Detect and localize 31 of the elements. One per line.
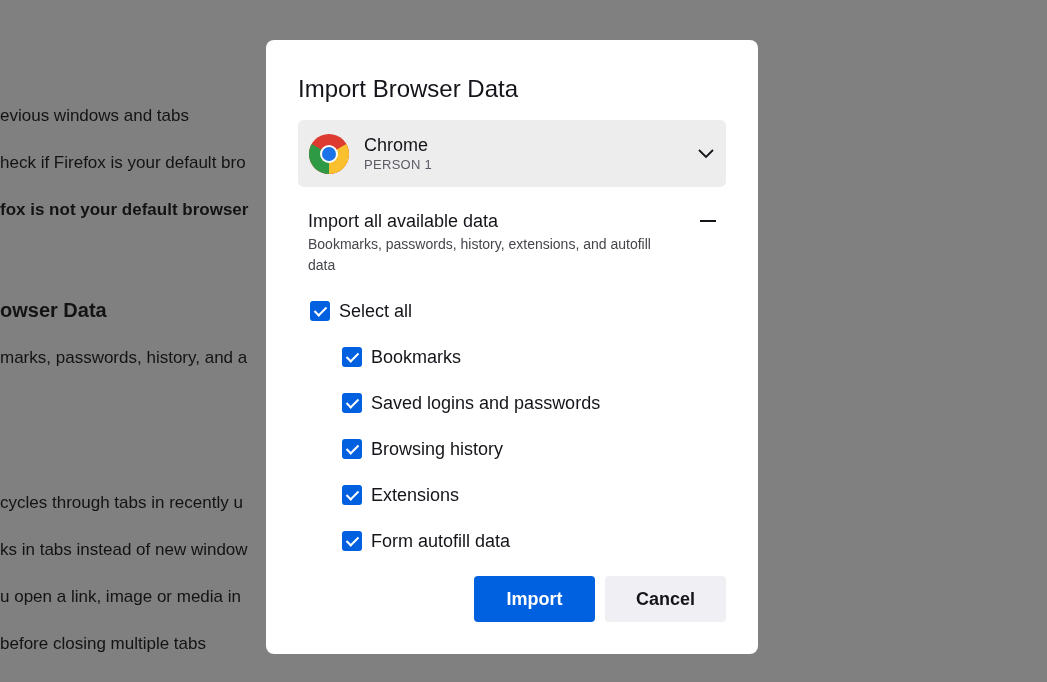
chevron-down-icon bbox=[698, 148, 714, 159]
checkbox[interactable] bbox=[342, 485, 362, 505]
dialog-title: Import Browser Data bbox=[298, 74, 520, 104]
browser-dropdown[interactable]: Chrome PERSON 1 bbox=[298, 120, 726, 187]
checkbox[interactable] bbox=[342, 531, 362, 551]
setting-label: before closing multiple tabs bbox=[0, 633, 207, 655]
cancel-button[interactable]: Cancel bbox=[605, 576, 726, 622]
checkbox[interactable] bbox=[342, 439, 362, 459]
profile-name: PERSON 1 bbox=[364, 155, 434, 174]
checkbox[interactable] bbox=[342, 393, 362, 413]
checkbox[interactable] bbox=[342, 347, 362, 367]
import-all-title: Import all available data bbox=[308, 210, 500, 233]
checkbox-label: Saved logins and passwords bbox=[371, 392, 601, 415]
setting-label: evious windows and tabs bbox=[0, 105, 190, 127]
setting-label: fox is not your default browser bbox=[0, 199, 250, 221]
setting-label: heck if Firefox is your default bro bbox=[0, 152, 247, 174]
import-all-description: Bookmarks, passwords, history, extensions, and autofill data bbox=[308, 235, 652, 275]
import-button[interactable]: Import bbox=[474, 576, 595, 622]
checkbox-label: Select all bbox=[339, 300, 413, 323]
setting-label: u open a link, image or media in bbox=[0, 586, 242, 608]
checkbox[interactable] bbox=[310, 301, 330, 321]
checkbox-label: Bookmarks bbox=[371, 346, 462, 369]
checkbox-label: Browsing history bbox=[371, 438, 504, 461]
setting-label: marks, passwords, history, and a bbox=[0, 347, 249, 369]
setting-label: ks in tabs instead of new window bbox=[0, 539, 249, 561]
setting-label: cycles through tabs in recently u bbox=[0, 492, 244, 514]
browser-logo-icon bbox=[308, 132, 350, 175]
browser-name: Chrome bbox=[364, 133, 430, 156]
section-heading: owser Data bbox=[0, 299, 108, 322]
checkbox-label: Extensions bbox=[371, 484, 460, 507]
checkbox-label: Form autofill data bbox=[371, 530, 511, 553]
